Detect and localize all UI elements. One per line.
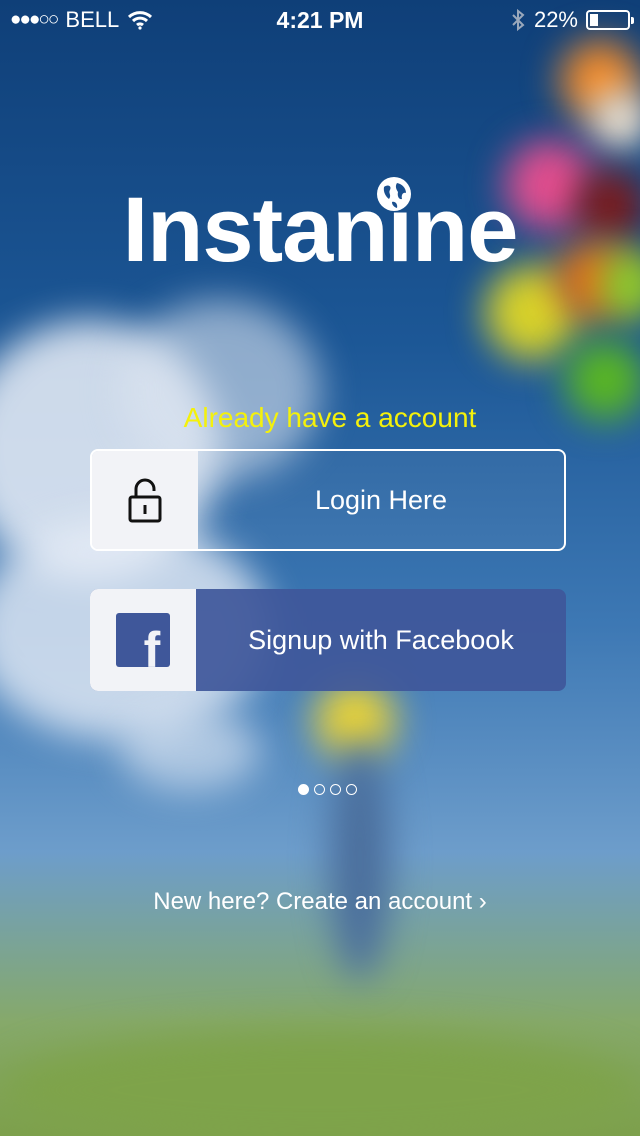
carrier-name: BELL (65, 7, 120, 32)
facebook-icon: f (116, 613, 170, 667)
globe-icon (377, 177, 411, 211)
facebook-signup-button[interactable]: f Signup with Facebook (90, 589, 566, 691)
page-indicator[interactable] (298, 784, 357, 795)
already-have-account-text: Already have a account (183, 402, 477, 433)
battery-fill (590, 14, 598, 26)
login-button[interactable]: Login Here (90, 449, 566, 551)
page-dot[interactable] (330, 784, 341, 795)
signal-strength: ●●●○○ (10, 9, 59, 30)
page-dot[interactable] (346, 784, 357, 795)
bluetooth-icon (512, 8, 525, 32)
facebook-letter: f (144, 622, 161, 667)
app-logo: Instanine (122, 179, 519, 281)
facebook-button-label: Signup with Facebook (248, 624, 514, 655)
login-icon-box (92, 451, 198, 549)
background-photo (0, 0, 640, 1136)
battery-percent: 22% (533, 7, 578, 32)
create-account-link[interactable]: New here? Create an account › (0, 888, 640, 916)
page-dot[interactable] (314, 784, 325, 795)
page-dot[interactable] (298, 784, 309, 795)
status-bar: ●●●○○ BELL 4:21 PM 22% (0, 0, 640, 40)
wifi-icon (128, 11, 153, 30)
lock-icon (128, 478, 162, 523)
battery-icon (586, 10, 634, 30)
facebook-icon-box: f (90, 589, 196, 691)
login-button-label: Login Here (314, 484, 448, 515)
